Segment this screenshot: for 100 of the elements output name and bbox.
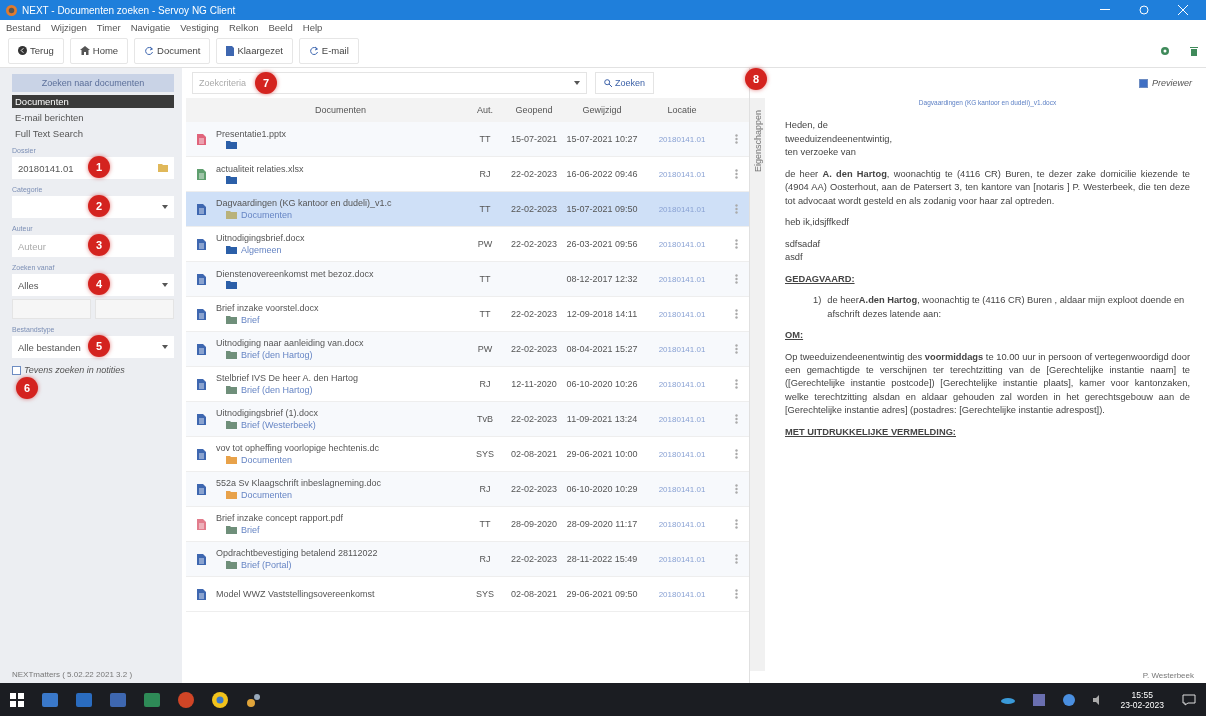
search-field[interactable]: Zoekcriteria 7 bbox=[192, 72, 587, 94]
menu-item[interactable]: Bestand bbox=[6, 21, 41, 33]
toolbar-button[interactable]: Klaargezet bbox=[216, 37, 293, 64]
folder-label: Documenten bbox=[241, 210, 293, 220]
modified-cell-text: 06-10-2020 10:29 bbox=[565, 484, 639, 494]
close-icon[interactable] bbox=[1178, 5, 1188, 15]
document-row[interactable]: 552a Sv Klaagschrift inbeslagneming.doc Documenten RJ 22-02-2023 06-10-2020 10:29 20180141.01 bbox=[186, 472, 749, 507]
app-icon[interactable] bbox=[144, 692, 160, 707]
more-options-icon[interactable] bbox=[734, 589, 738, 599]
menu-item[interactable]: Help bbox=[302, 21, 323, 33]
document-row[interactable]: Uitnodiging naar aanleiding van.docx Brief (den Hartog) PW 22-02-2023 08-04-2021 15:27 20180141.01 bbox=[186, 332, 749, 367]
opened-cell-text: 02-08-2021 bbox=[509, 589, 558, 599]
maximize-icon[interactable] bbox=[1139, 5, 1149, 15]
toolbar-button[interactable]: Home bbox=[69, 37, 129, 64]
document-row[interactable]: Opdrachtbevestiging betalend 28112022 Brief (Portal) RJ 22-02-2023 28-11-2022 15:49 20180141.01 bbox=[186, 542, 749, 577]
column-header[interactable]: Documenten bbox=[216, 105, 465, 115]
input-field[interactable]: Auteur 3 bbox=[12, 235, 174, 257]
file-icon bbox=[196, 588, 206, 600]
menu-item[interactable]: Relkon bbox=[228, 21, 259, 33]
document-row[interactable]: Presentatie1.pptx TT 15-07-2021 15-07-2021 10:27 20180141.01 bbox=[186, 122, 749, 157]
menu-item[interactable]: Wijzigen bbox=[50, 21, 87, 33]
document-row[interactable]: Dienstenovereenkomst met bezoz.docx TT 08-12-2017 12:32 20180141.01 bbox=[186, 262, 749, 297]
more-options-icon[interactable] bbox=[734, 309, 738, 319]
app-icon[interactable] bbox=[178, 691, 194, 708]
modified-cell-text: 12-09-2018 14:11 bbox=[565, 309, 639, 319]
menu-item[interactable]: Beeld bbox=[268, 21, 293, 33]
search-mode-item[interactable]: Full Text Search bbox=[12, 127, 174, 140]
more-options-icon[interactable] bbox=[734, 414, 738, 424]
annotation-marker: 1 bbox=[88, 156, 110, 178]
author-cell-text: TT bbox=[478, 134, 492, 144]
document-name: vov tot opheffing voorlopige hechtenis.dc bbox=[216, 443, 380, 453]
refresh-mail-icon bbox=[308, 45, 319, 56]
more-options-icon[interactable] bbox=[734, 134, 738, 144]
input-field[interactable]: 20180141.01 1 bbox=[12, 157, 174, 179]
document-name: Model WWZ Vaststellingsovereenkomst bbox=[216, 589, 376, 599]
opened-cell-text: 22-02-2023 bbox=[509, 554, 558, 564]
author-cell-text: TT bbox=[478, 519, 492, 529]
cloud-icon[interactable] bbox=[1000, 695, 1015, 704]
search-button[interactable]: Zoeken bbox=[595, 72, 655, 94]
checkbox[interactable] bbox=[12, 365, 21, 375]
file-icon bbox=[196, 483, 206, 495]
modified-cell-text: 06-10-2020 10:26 bbox=[565, 379, 639, 389]
more-options-icon[interactable] bbox=[734, 169, 738, 179]
toolbar-button[interactable]: Terug bbox=[8, 37, 64, 64]
author-cell-text: TT bbox=[478, 204, 492, 214]
search-documents-button[interactable]: Zoeken naar documenten bbox=[12, 74, 174, 92]
more-options-icon[interactable] bbox=[734, 239, 738, 249]
windows-start-icon[interactable] bbox=[10, 692, 24, 707]
browser-icon[interactable] bbox=[212, 691, 228, 708]
clock[interactable]: 15:55 23-02-2023 bbox=[1120, 689, 1164, 710]
author-cell-text: SYS bbox=[475, 589, 495, 599]
author-cell-text: PW bbox=[476, 239, 494, 249]
document-heading: GEDAGVAARD: bbox=[785, 272, 856, 286]
app-icon[interactable] bbox=[246, 691, 262, 708]
globe-icon[interactable] bbox=[1062, 693, 1075, 706]
opened-cell-text: 22-02-2023 bbox=[509, 239, 558, 249]
more-options-icon[interactable] bbox=[734, 519, 738, 529]
column-header[interactable]: Aut. bbox=[465, 105, 505, 115]
column-header[interactable]: Geopend bbox=[505, 105, 563, 115]
annotation-marker: 4 bbox=[88, 273, 110, 295]
more-options-icon[interactable] bbox=[734, 449, 738, 459]
toolbar-button[interactable]: Document bbox=[134, 37, 211, 64]
menu-item[interactable]: Navigatie bbox=[130, 21, 171, 33]
notification-icon[interactable] bbox=[1182, 693, 1196, 706]
toolbar-button[interactable]: E-mail bbox=[298, 37, 359, 64]
more-options-icon[interactable] bbox=[734, 274, 738, 284]
file-icon bbox=[196, 413, 206, 425]
document-name: Presentatie1.pptx bbox=[216, 129, 288, 139]
minimize-icon[interactable] bbox=[1100, 9, 1110, 11]
dropdown[interactable]: Alle bestanden 5 bbox=[12, 336, 174, 358]
annotation-marker: 5 bbox=[88, 335, 110, 357]
folder-button-icon[interactable] bbox=[158, 164, 168, 172]
document-icon bbox=[226, 45, 235, 56]
column-header[interactable]: Locatie bbox=[641, 105, 723, 115]
dropdown[interactable]: 2 bbox=[12, 196, 174, 218]
app-icon[interactable] bbox=[42, 692, 58, 707]
search-mode-item[interactable]: E-mail berichten bbox=[12, 111, 174, 124]
document-name: 552a Sv Klaagschrift inbeslagneming.doc bbox=[216, 478, 383, 488]
menu-item[interactable]: Vestiging bbox=[180, 21, 219, 33]
more-options-icon[interactable] bbox=[734, 484, 738, 494]
trash-icon[interactable] bbox=[1190, 45, 1198, 56]
more-options-icon[interactable] bbox=[734, 204, 738, 214]
folder-label: Documenten bbox=[241, 455, 293, 465]
back-icon bbox=[18, 46, 27, 55]
checkbox[interactable] bbox=[1139, 78, 1148, 88]
search-icon bbox=[604, 79, 612, 87]
dropdown[interactable]: Alles 4 bbox=[12, 274, 174, 296]
more-options-icon[interactable] bbox=[734, 379, 738, 389]
file-icon bbox=[196, 203, 206, 215]
document-row[interactable]: Uitnodigingsbrief (1).docx Brief (Westerbeek) TvB 22-02-2023 11-09-2021 13:24 20180141.01 bbox=[186, 402, 749, 437]
menu-item[interactable]: Timer bbox=[96, 21, 121, 33]
document-row[interactable]: Dagvaardingen (KG kantoor en dudeli)_v1.c Documenten TT 22-02-2023 15-07-2021 09:50 20180141.01 bbox=[186, 192, 749, 227]
modified-cell-text: 26-03-2021 09:56 bbox=[565, 239, 639, 249]
search-mode-item[interactable]: Documenten bbox=[12, 95, 174, 108]
document-paragraph: sdfsadaf asdf bbox=[785, 237, 822, 265]
app-icon[interactable] bbox=[76, 692, 92, 707]
more-options-icon[interactable] bbox=[734, 554, 738, 564]
column-header[interactable]: Gewijzigd bbox=[563, 105, 641, 115]
version-text: NEXTmatters ( 5.02.22 2021 3.2 ) bbox=[12, 670, 134, 679]
more-options-icon[interactable] bbox=[734, 344, 738, 354]
